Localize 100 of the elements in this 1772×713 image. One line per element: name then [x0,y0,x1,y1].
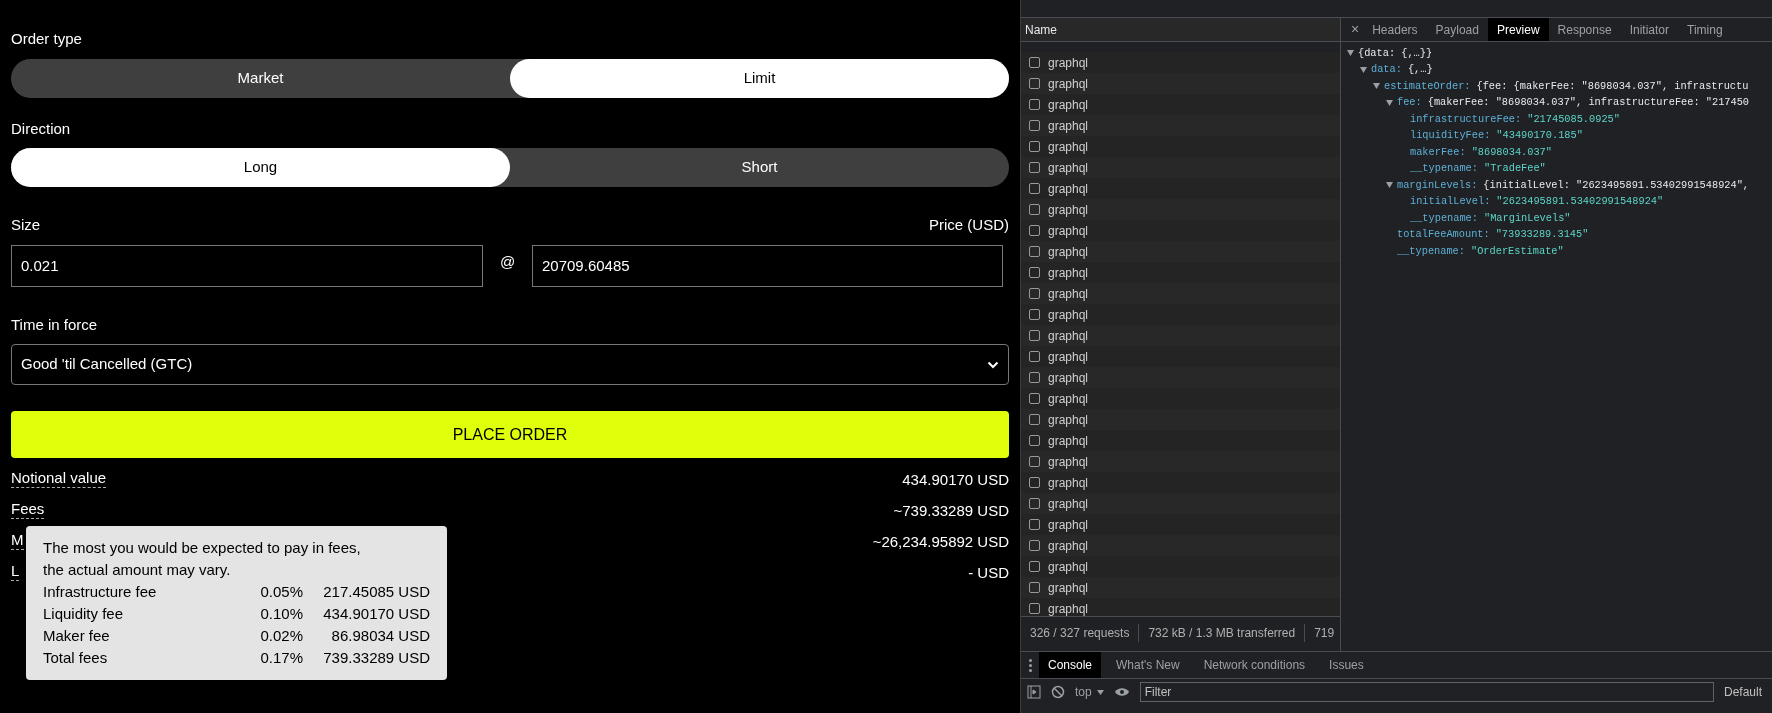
checkbox-icon [1029,372,1040,383]
fee-percent: 0.02% [259,626,303,646]
drawer-tab[interactable]: Console [1039,652,1102,678]
close-button[interactable]: × [1347,19,1364,40]
request-row[interactable]: graphql [1021,157,1340,178]
fee-name: Infrastructure fee [43,582,158,602]
size-input[interactable]: 0.021 [11,244,483,287]
summary-label[interactable]: Fees [11,500,45,519]
json-entry: __typename: "MarginLevels" [1410,210,1571,226]
request-row[interactable]: graphql [1021,136,1340,157]
request-row[interactable]: graphql [1021,73,1340,94]
request-row[interactable]: graphql [1021,220,1340,241]
request-row[interactable]: graphql [1021,325,1340,346]
json-entry: __typename: "OrderEstimate" [1397,243,1564,259]
log-levels-dropdown[interactable]: Default [1723,683,1766,701]
expand-triangle-icon[interactable] [1386,182,1393,189]
field-label: Direction [11,118,72,139]
request-row[interactable]: graphql [1021,493,1340,514]
request-row[interactable]: graphql [1021,199,1340,220]
json-entry: infrastructureFee: "21745085.0925" [1410,111,1620,127]
more-vertical-icon[interactable] [1028,658,1032,672]
request-row[interactable]: graphql [1021,346,1340,367]
place-order-button[interactable]: PLACE ORDER [11,411,1009,458]
request-row[interactable]: graphql [1021,94,1340,115]
column-header[interactable]: Name [1025,20,1057,39]
field-label: Size [11,215,41,235]
at-sign: @ [498,252,517,273]
expand-triangle-icon[interactable] [1373,83,1380,90]
drawer-tab[interactable]: Issues [1320,652,1373,678]
request-row[interactable]: graphql [1021,283,1340,304]
fee-amount: 217.45085 USD [322,582,430,602]
checkbox-icon [1029,414,1040,425]
segment-option[interactable]: Limit [510,58,1009,98]
sidebar-toggle-icon[interactable] [1027,685,1041,699]
request-row[interactable]: graphql [1021,115,1340,136]
summary-value: ~739.33289 USD [893,501,1009,521]
expand-triangle-icon[interactable] [1347,50,1354,57]
expand-triangle-icon[interactable] [1386,99,1393,106]
field-label: Price (USD) [929,215,1009,235]
fee-percent: 0.05% [259,582,303,602]
fee-amount: 86.98034 USD [330,626,430,646]
request-row[interactable]: graphql [1021,52,1340,73]
eye-icon[interactable] [1113,686,1130,698]
json-entry: estimateOrder: {fee: {makerFee: "8698034.037", infrastructu [1384,78,1749,94]
drawer-tab[interactable]: Network conditions [1194,652,1315,678]
detail-tab[interactable]: Timing [1678,18,1732,41]
checkbox-icon [1029,477,1040,488]
segment-option[interactable]: Market [11,58,510,98]
segment-option[interactable]: Long [11,148,510,187]
expand-triangle-icon[interactable] [1360,66,1367,73]
checkbox-icon [1029,603,1040,614]
request-row[interactable]: graphql [1021,262,1340,283]
checkbox-icon [1029,120,1040,131]
request-row[interactable]: graphql [1021,178,1340,199]
fee-amount: 739.33289 USD [322,648,430,668]
summary-value: ~26,234.95892 USD [872,532,1009,552]
checkbox-icon [1029,435,1040,446]
request-row[interactable]: graphql [1021,577,1340,598]
checkbox-icon [1029,561,1040,572]
detail-tab[interactable]: Preview [1487,18,1549,41]
price-input[interactable]: 20709.60485 [532,244,1003,287]
json-entry: fee: {makerFee: "8698034.037", infrastructureFee: "217450 [1397,95,1750,111]
request-row[interactable]: graphql [1021,556,1340,577]
summary-label[interactable]: L [11,562,20,581]
request-row[interactable]: graphql [1021,598,1340,616]
request-row[interactable]: graphql [1021,472,1340,493]
field-label: Time in force [11,314,99,335]
detail-tab[interactable]: Payload [1426,18,1488,41]
checkbox-icon [1029,57,1040,68]
json-entry: liquidityFee: "43490170.185" [1410,128,1583,144]
request-row[interactable]: graphql [1021,451,1340,472]
checkbox-icon [1029,582,1040,593]
detail-tab[interactable]: Response [1548,18,1621,41]
drawer-tab[interactable]: What's New [1107,652,1189,678]
request-row[interactable]: graphql [1021,367,1340,388]
request-row[interactable]: graphql [1021,514,1340,535]
detail-tab[interactable]: Headers [1363,18,1427,41]
time-in-force-select[interactable]: Good 'til Cancelled (GTC) [11,344,1009,385]
request-row[interactable]: graphql [1021,409,1340,430]
summary-label[interactable]: M [11,531,24,550]
request-row[interactable]: graphql [1021,241,1340,262]
summary-label[interactable]: Notional value [11,469,107,488]
filter-input[interactable]: Filter [1139,682,1714,702]
detail-tab[interactable]: Initiator [1620,18,1678,41]
clear-icon[interactable] [1051,685,1065,699]
fee-name: Liquidity fee [43,604,125,624]
json-entry: makerFee: "8698034.037" [1410,144,1552,160]
request-row[interactable]: graphql [1021,430,1340,451]
json-entry: initialLevel: "2623495891.53402991548924" [1410,194,1664,210]
context-dropdown[interactable]: top [1075,683,1104,701]
fee-name: Maker fee [43,626,111,646]
checkbox-icon [1029,540,1040,551]
fee-percent: 0.17% [259,648,303,668]
request-row[interactable]: graphql [1021,388,1340,409]
request-row[interactable]: graphql [1021,535,1340,556]
checkbox-icon [1029,183,1040,194]
request-row[interactable]: graphql [1021,304,1340,325]
json-entry: marginLevels: {initialLevel: "2623495891.53402991548924", [1397,177,1750,193]
checkbox-icon [1029,141,1040,152]
segment-option[interactable]: Short [510,148,1009,187]
